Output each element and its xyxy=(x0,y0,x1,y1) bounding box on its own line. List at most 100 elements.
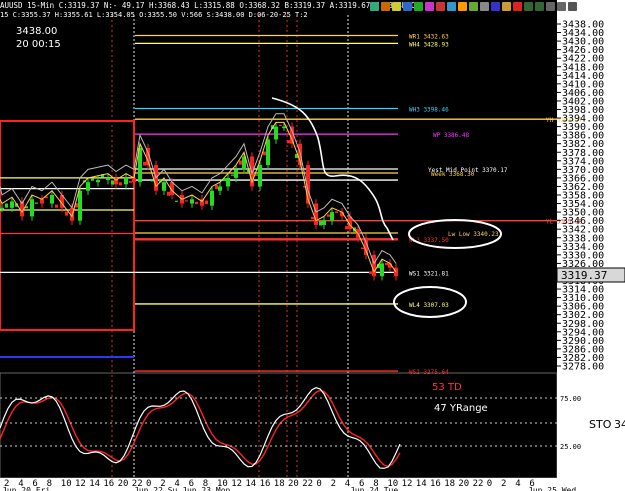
zoom-in-icon[interactable] xyxy=(557,2,566,11)
bell-icon[interactable] xyxy=(392,2,401,11)
candle-body xyxy=(258,165,262,187)
candle-body xyxy=(0,207,4,210)
level-label: WH4 3428.93 xyxy=(409,41,449,48)
chart-area[interactable]: WR1 3432.63WH4 3428.93WH3 3398.46YH 3393… xyxy=(0,0,625,491)
stoch-25-label: 25.00 xyxy=(560,443,581,451)
time-day-label: Jun 22 Su Jun 23 Mon xyxy=(134,486,231,491)
channel-icon[interactable] xyxy=(469,2,478,11)
candle-body xyxy=(124,177,128,185)
time-tick-label: 12 xyxy=(402,479,413,489)
candle-body xyxy=(190,199,194,204)
drawing-icon[interactable] xyxy=(403,2,412,11)
level-label: Week 3368.30 xyxy=(431,171,475,178)
zoom-out-icon[interactable] xyxy=(546,2,555,11)
candle-body xyxy=(322,220,326,225)
arrow-right-icon[interactable] xyxy=(535,2,544,11)
zoom-icon[interactable] xyxy=(381,2,390,11)
cursor-price: 3438.00 xyxy=(16,26,57,37)
bar-chart-icon[interactable] xyxy=(370,2,379,11)
candle-body xyxy=(205,200,208,205)
time-tick-label: 2 xyxy=(331,479,336,489)
candle-body xyxy=(263,151,266,156)
time-tick-label: 14 xyxy=(245,479,256,489)
time-day-label: Jun 24 Tue xyxy=(350,486,398,491)
text-icon[interactable] xyxy=(491,2,500,11)
candle-body xyxy=(215,184,218,190)
candle-body xyxy=(185,200,188,202)
candle-body xyxy=(226,177,230,187)
candle-body xyxy=(372,254,376,277)
candle-body xyxy=(345,226,348,230)
level-label: WR1 3432.63 xyxy=(409,33,449,40)
candle-body xyxy=(86,182,90,191)
candle-body xyxy=(369,271,372,274)
time-tick-label: 12 xyxy=(75,479,86,489)
time-tick-label: 20 xyxy=(288,479,299,489)
time-tick-label: 2 xyxy=(501,479,506,489)
level-label: WL4 3307.03 xyxy=(409,302,449,309)
level-label: WH3 3398.46 xyxy=(409,107,449,114)
candle-body xyxy=(119,182,122,186)
candle-body xyxy=(266,139,270,166)
candle-body xyxy=(327,214,330,217)
time-tick-label: 16 xyxy=(260,479,271,489)
time-tick-label: 18 xyxy=(274,479,285,489)
time-tick-label: 22 xyxy=(302,479,313,489)
stoch-75-label: 75.00 xyxy=(560,395,581,403)
candle-body xyxy=(311,216,314,220)
time-day-label: Jun 25 Wed xyxy=(528,486,576,491)
candle-body xyxy=(143,161,146,166)
candle-body xyxy=(30,199,34,217)
arrow-icon[interactable] xyxy=(458,2,467,11)
time-tick-label: 16 xyxy=(430,479,441,489)
candle-body xyxy=(314,203,318,225)
erase-icon[interactable] xyxy=(502,2,511,11)
candle-body xyxy=(50,195,54,204)
candle-body xyxy=(234,169,238,178)
grid-icon[interactable] xyxy=(480,2,489,11)
time-tick-label: 22 xyxy=(473,479,484,489)
candle-body xyxy=(330,212,334,221)
line-icon[interactable] xyxy=(436,2,445,11)
time-tick-label: 10 xyxy=(61,479,72,489)
check-icon[interactable] xyxy=(414,2,423,11)
candle-body xyxy=(380,263,384,277)
candle-body xyxy=(210,190,214,206)
candle-body xyxy=(239,160,242,165)
close-icon[interactable] xyxy=(513,2,522,11)
candle-body xyxy=(385,262,388,266)
time-tick-label: 20 xyxy=(458,479,469,489)
ray-icon[interactable] xyxy=(447,2,456,11)
candle-body xyxy=(162,182,166,191)
fib-icon[interactable] xyxy=(425,2,434,11)
level-label: WS2 3275.64 xyxy=(409,369,449,376)
bar-info: 15 C:3355.37 H:3355.61 L:3354.05 O:3355.… xyxy=(0,11,308,19)
candle-body xyxy=(274,126,278,140)
candle-body xyxy=(55,204,58,208)
candle-body xyxy=(287,140,290,144)
candle-body xyxy=(151,180,154,182)
candle-body xyxy=(167,191,170,196)
time-tick-label: 20 xyxy=(118,479,129,489)
print-icon[interactable] xyxy=(568,2,577,11)
candle-body xyxy=(231,174,234,176)
candle-body xyxy=(218,186,222,191)
time-tick-label: 12 xyxy=(231,479,242,489)
time-tick-label: 0 xyxy=(487,479,492,489)
price-tick-label: 3278.00 xyxy=(562,362,604,373)
level-label: WP 3386.48 xyxy=(433,132,470,139)
candle-body xyxy=(106,177,110,181)
yrange-label: 47 YRange xyxy=(434,403,488,414)
candle-body xyxy=(335,211,338,213)
candle-body xyxy=(78,190,82,221)
last-price-value: 3319.37 xyxy=(561,269,607,282)
time-tick-label: 14 xyxy=(89,479,100,489)
candle-body xyxy=(361,247,364,250)
arrow-left-icon[interactable] xyxy=(524,2,533,11)
candle-body xyxy=(35,202,38,204)
candle-body xyxy=(129,181,132,183)
time-tick-label: 4 xyxy=(515,479,520,489)
candle-body xyxy=(10,201,14,208)
candle-body xyxy=(282,126,286,129)
price-plot[interactable] xyxy=(0,0,557,372)
